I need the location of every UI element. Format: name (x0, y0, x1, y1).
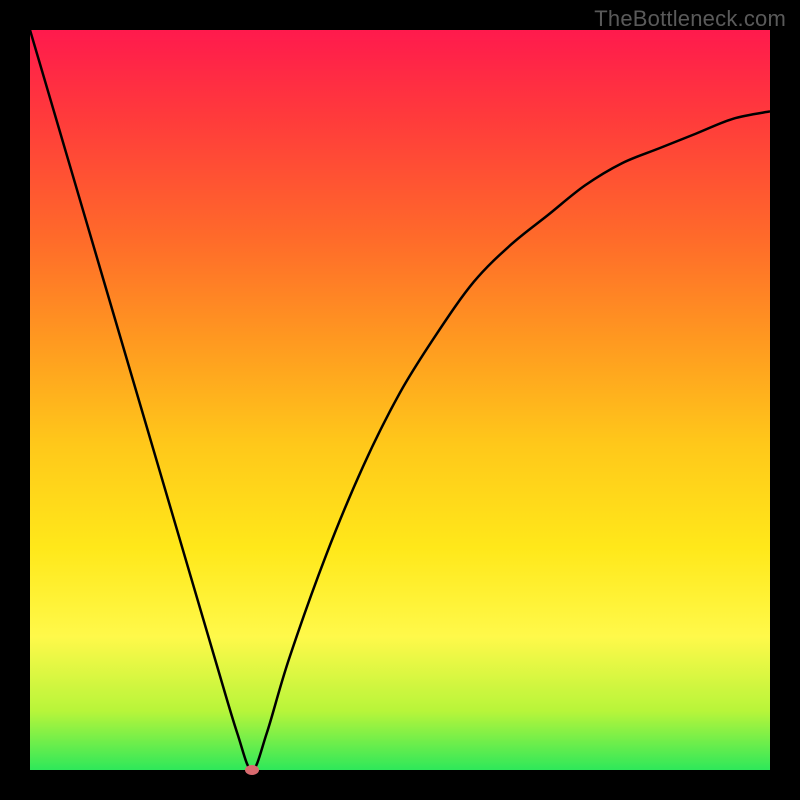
watermark-text: TheBottleneck.com (594, 6, 786, 32)
chart-frame: TheBottleneck.com (0, 0, 800, 800)
bottleneck-curve (30, 30, 770, 770)
plot-area (30, 30, 770, 770)
minimum-marker (245, 765, 259, 775)
